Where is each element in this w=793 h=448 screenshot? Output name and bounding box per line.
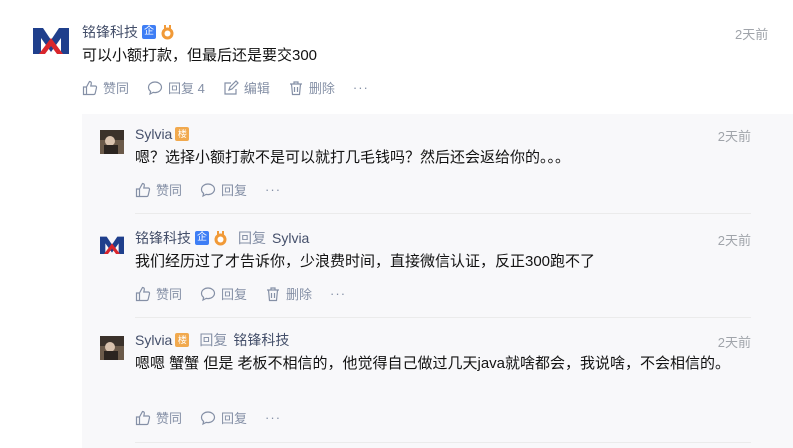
divider [135, 442, 751, 443]
user-avatar[interactable] [100, 336, 124, 360]
like-button[interactable]: 赞同 [82, 78, 129, 97]
reply-timestamp: 2天前 [717, 233, 751, 248]
thumbs-up-icon [135, 182, 151, 197]
reply-author-row: 铭锋科技 企 回复 Sylvia [135, 228, 309, 248]
reply-actions: 赞同 回复 ··· [135, 408, 281, 427]
author-name[interactable]: 铭锋科技 [135, 228, 191, 248]
reply-to-label: 回复 [199, 332, 228, 348]
more-options-button[interactable]: ··· [330, 286, 346, 301]
reply-button[interactable]: 回复 4 [147, 78, 205, 97]
reply-target-name[interactable]: 铭锋科技 [233, 330, 289, 350]
reply-actions: 赞同 回复 ··· [135, 180, 281, 199]
like-label: 赞同 [156, 287, 183, 302]
edit-label: 编辑 [243, 81, 270, 96]
like-label: 赞同 [156, 411, 183, 426]
company-logo-avatar[interactable] [100, 232, 124, 256]
reply-button[interactable]: 回复 [200, 408, 247, 427]
reply-text: 嗯嗯 蟹蟹 但是 老板不相信的，他觉得自己做过几天java就啥都会，我说啥，不会… [135, 355, 731, 372]
reply-to-label: 回复 [238, 230, 266, 246]
more-options-button[interactable]: ··· [265, 410, 281, 425]
edit-button[interactable]: 编辑 [223, 78, 270, 97]
delete-label: 删除 [286, 287, 313, 302]
delete-button[interactable]: 删除 [265, 284, 312, 303]
root-timestamp: 2天前 [735, 27, 769, 42]
reply-text: 嗯？选择小额打款不是可以就打几毛钱吗？然后还会返给你的。。。 [135, 149, 571, 166]
like-label: 赞同 [103, 81, 130, 96]
thumbs-up-icon [135, 286, 151, 301]
more-options-button[interactable]: ··· [353, 80, 369, 95]
like-button[interactable]: 赞同 [135, 180, 182, 199]
reply-actions: 赞同 回复 删除 ··· [135, 284, 346, 303]
edit-icon [224, 79, 239, 95]
reply-timestamp: 2天前 [717, 129, 751, 144]
reply-timestamp: 2天前 [717, 335, 751, 350]
author-name[interactable]: 铭锋科技 [82, 22, 138, 42]
trash-icon [267, 286, 280, 301]
reply-label: 回复 [221, 287, 248, 302]
floor-badge-icon: 楼 [175, 333, 190, 347]
reply-author-row: Sylvia 楼 回复 铭锋科技 [135, 330, 289, 350]
reply-label: 回复 [221, 411, 248, 426]
enterprise-badge-icon: 企 [142, 25, 156, 39]
reply-button[interactable]: 回复 [200, 284, 247, 303]
delete-button[interactable]: 删除 [288, 78, 335, 97]
more-options-button[interactable]: ··· [265, 182, 281, 197]
user-avatar[interactable] [100, 130, 124, 154]
reply-count-label: 回复 4 [168, 81, 205, 96]
like-button[interactable]: 赞同 [135, 284, 182, 303]
root-comment-text: 可以小额打款，但最后还是要交300 [82, 47, 318, 64]
thumbs-up-icon [135, 410, 151, 425]
like-button[interactable]: 赞同 [135, 408, 182, 427]
comment-bubble-icon [200, 286, 216, 301]
like-label: 赞同 [156, 183, 183, 198]
comment-bubble-icon [200, 182, 216, 197]
medal-icon [213, 230, 228, 246]
author-name[interactable]: Sylvia [135, 332, 172, 348]
root-author-row: 铭锋科技 企 [82, 22, 175, 42]
thumbs-up-icon [82, 80, 98, 95]
medal-icon [160, 24, 175, 40]
author-name[interactable]: Sylvia [135, 126, 172, 142]
replies-panel: Sylvia 楼 2天前 嗯？选择小额打款不是可以就打几毛钱吗？然后还会返给你的… [82, 114, 793, 448]
company-logo-avatar[interactable] [33, 24, 69, 54]
enterprise-badge-icon: 企 [195, 231, 209, 245]
floor-badge-icon: 楼 [175, 127, 190, 141]
divider [135, 317, 751, 318]
root-actions: 赞同 回复 4 编辑 删除 ··· [82, 78, 369, 97]
trash-icon [289, 80, 302, 95]
comment-bubble-icon [200, 410, 216, 425]
comment-bubble-icon [147, 80, 163, 95]
divider [135, 213, 751, 214]
reply-target-name[interactable]: Sylvia [272, 230, 309, 246]
delete-label: 删除 [308, 81, 335, 96]
reply-author-row: Sylvia 楼 [135, 124, 190, 144]
reply-button[interactable]: 回复 [200, 180, 247, 199]
reply-text: 我们经历过了才告诉你，少浪费时间，直接微信认证，反正300跑不了 [135, 253, 596, 270]
reply-label: 回复 [221, 183, 248, 198]
